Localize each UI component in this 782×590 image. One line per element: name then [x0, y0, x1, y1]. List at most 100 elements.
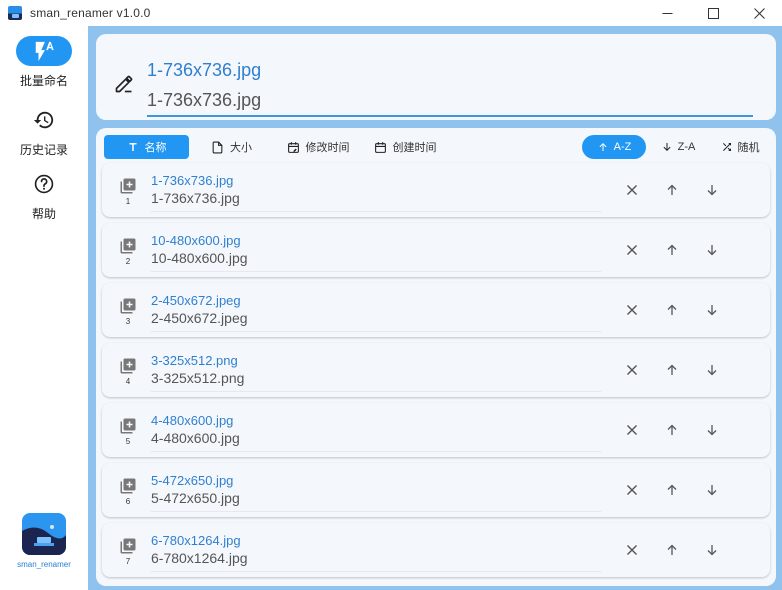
- file-copy-icon: [120, 298, 136, 314]
- file-index: 1: [125, 197, 131, 206]
- order-a-z-label: A-Z: [613, 141, 632, 153]
- remove-file-button[interactable]: [622, 300, 642, 320]
- close-icon: [627, 425, 637, 435]
- nav-label-help: 帮助: [31, 207, 56, 221]
- nav-pill[interactable]: [16, 105, 72, 135]
- sort-by-modified-label: 修改时间: [305, 142, 350, 154]
- new-filename-input[interactable]: [147, 87, 753, 113]
- app-logo: [22, 513, 66, 555]
- move-up-button[interactable]: [662, 540, 682, 560]
- file-index: 5: [125, 437, 131, 446]
- move-up-button[interactable]: [662, 240, 682, 260]
- file-copy-icon: [120, 178, 136, 194]
- arrow-up-icon: [667, 184, 677, 195]
- move-up-button[interactable]: [662, 360, 682, 380]
- move-down-button[interactable]: [702, 300, 722, 320]
- nav-item-help[interactable]: 帮助: [0, 169, 88, 222]
- sort-by-size-label: 大小: [230, 142, 252, 154]
- move-down-button[interactable]: [702, 420, 722, 440]
- order-z-a-label: Z-A: [677, 141, 696, 153]
- remove-file-button[interactable]: [622, 480, 642, 500]
- row-divider: [151, 511, 601, 512]
- remove-file-button[interactable]: [622, 540, 642, 560]
- file-row[interactable]: 4 3-325x512.png 3-325x512.png: [102, 343, 770, 397]
- arrow-up-icon: [667, 424, 677, 435]
- close-icon: [627, 545, 637, 555]
- new-filename: 2-450x672.jpeg: [151, 293, 241, 308]
- minimize-button[interactable]: [644, 0, 690, 26]
- window-title: sman_renamer v1.0.0: [30, 6, 151, 20]
- nav-pill[interactable]: [16, 169, 72, 199]
- sort-by-created-label: 创建时间: [392, 142, 437, 154]
- file-index: 2: [125, 257, 131, 266]
- original-filename: 6-780x1264.jpg: [151, 550, 248, 566]
- file-index: 7: [125, 557, 131, 566]
- sort-by-modified-button[interactable]: 修改时间: [274, 135, 362, 159]
- arrow-down-icon: [707, 485, 717, 496]
- title-bar: sman_renamer v1.0.0: [0, 0, 782, 26]
- pencil-icon: [115, 75, 133, 93]
- sort-by-created-button[interactable]: 创建时间: [362, 135, 448, 159]
- remove-file-button[interactable]: [622, 180, 642, 200]
- sort-by-name-label: 名称: [144, 142, 167, 154]
- minimize-icon: [662, 12, 672, 14]
- nav-item-batch-rename[interactable]: 批量命名: [0, 36, 88, 89]
- close-icon: [627, 305, 637, 315]
- sort-field-bar: 名称 大小 修改时间 创建时间: [104, 135, 448, 159]
- scrollbar[interactable]: [778, 128, 782, 586]
- move-down-button[interactable]: [702, 540, 722, 560]
- arrow-down-icon: [707, 545, 717, 556]
- original-filename: 5-472x650.jpg: [151, 490, 240, 506]
- arrow-up-icon: [667, 544, 677, 555]
- row-divider: [151, 571, 601, 572]
- maximize-button[interactable]: [690, 0, 736, 26]
- file-row[interactable]: 7 6-780x1264.jpg 6-780x1264.jpg: [102, 523, 770, 577]
- close-icon: [627, 365, 637, 375]
- shuffle-icon: [722, 143, 731, 151]
- move-up-button[interactable]: [662, 480, 682, 500]
- move-down-button[interactable]: [702, 180, 722, 200]
- file-copy-icon: [120, 238, 136, 254]
- remove-file-button[interactable]: [622, 360, 642, 380]
- close-button[interactable]: [736, 0, 782, 26]
- new-filename: 4-480x600.jpg: [151, 413, 234, 428]
- order-random-button[interactable]: 随机: [710, 135, 770, 159]
- order-z-a-button[interactable]: Z-A: [646, 135, 710, 159]
- remove-file-button[interactable]: [622, 420, 642, 440]
- file-index: 6: [125, 497, 131, 506]
- arrow-down-icon: [663, 143, 671, 151]
- row-divider: [151, 331, 601, 332]
- nav-item-history[interactable]: 历史记录: [0, 105, 88, 158]
- move-down-button[interactable]: [702, 480, 722, 500]
- nav-pill-active[interactable]: [16, 36, 72, 66]
- nav-label-history: 历史记录: [19, 143, 68, 157]
- file-copy-icon: [120, 418, 136, 434]
- original-filename: 1-736x736.jpg: [147, 60, 262, 80]
- file-row[interactable]: 3 2-450x672.jpeg 2-450x672.jpeg: [102, 283, 770, 337]
- file-row[interactable]: 2 10-480x600.jpg 10-480x600.jpg: [102, 223, 770, 277]
- file-copy-icon: [120, 538, 136, 554]
- maximize-icon: [707, 7, 719, 19]
- move-up-button[interactable]: [662, 180, 682, 200]
- sort-by-size-button[interactable]: 大小: [189, 135, 274, 159]
- file-copy-icon: [120, 478, 136, 494]
- file-index: 4: [125, 377, 131, 386]
- file-icon: [212, 141, 223, 153]
- move-up-button[interactable]: [662, 300, 682, 320]
- remove-file-button[interactable]: [622, 240, 642, 260]
- file-row[interactable]: 6 5-472x650.jpg 5-472x650.jpg: [102, 463, 770, 517]
- sort-by-name-button[interactable]: 名称: [104, 135, 189, 159]
- navigation-rail: 批量命名 历史记录 帮助 sman_renamer: [0, 26, 88, 590]
- order-a-z-button[interactable]: A-Z: [582, 135, 646, 159]
- flash-auto-icon: [35, 41, 54, 62]
- history-icon: [33, 111, 54, 129]
- row-divider: [151, 271, 601, 272]
- move-down-button[interactable]: [702, 240, 722, 260]
- file-row[interactable]: 1 1-736x736.jpg 1-736x736.jpg: [102, 163, 770, 217]
- move-up-button[interactable]: [662, 420, 682, 440]
- row-divider: [151, 391, 601, 392]
- arrow-down-icon: [707, 305, 717, 316]
- file-row[interactable]: 5 4-480x600.jpg 4-480x600.jpg: [102, 403, 770, 457]
- move-down-button[interactable]: [702, 360, 722, 380]
- arrow-down-icon: [707, 185, 717, 196]
